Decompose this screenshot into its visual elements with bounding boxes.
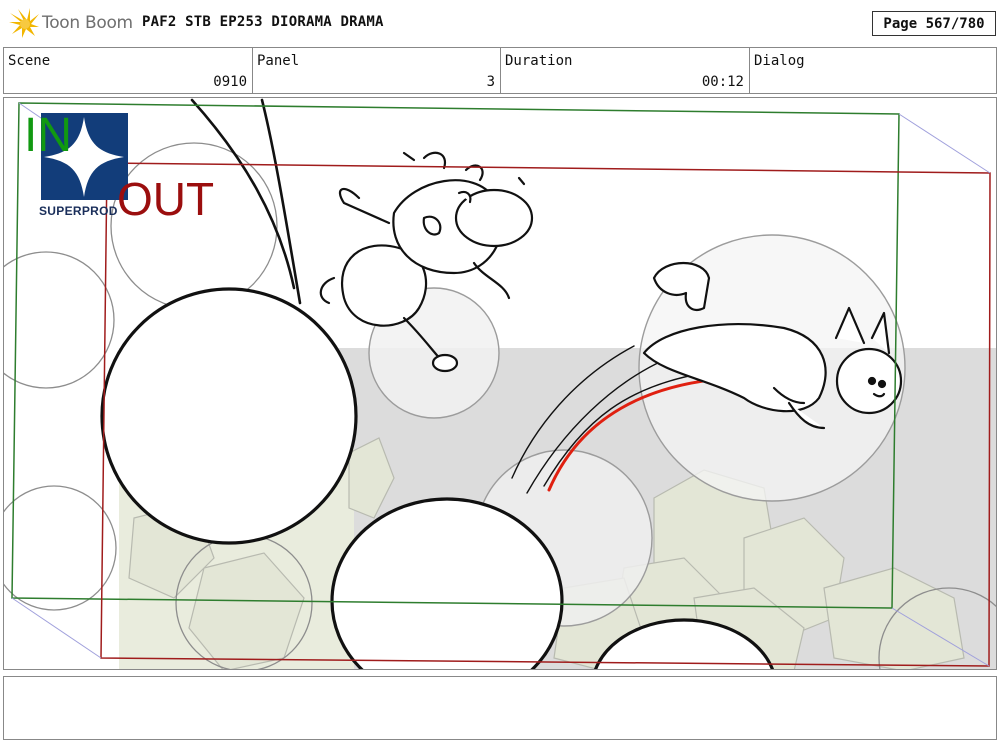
panel-value: 3 [486, 74, 495, 90]
notes-box[interactable] [3, 676, 997, 740]
duration-field[interactable]: Duration 00:12 [501, 48, 750, 93]
scene-value: 0910 [213, 74, 247, 90]
panel-info-row: Scene 0910 Panel 3 Duration 00:12 Dialog [3, 47, 997, 94]
dialog-label: Dialog [754, 53, 805, 69]
storyboard-panel[interactable]: IN SUPERPROD OUT [3, 97, 997, 670]
panel-field[interactable]: Panel 3 [253, 48, 501, 93]
scene-field[interactable]: Scene 0910 [4, 48, 253, 93]
panel-label: Panel [257, 53, 300, 69]
project-title: PAF2 STB EP253 DIORAMA DRAMA [142, 14, 384, 30]
in-label: IN [24, 109, 72, 162]
studio-logo-text: SUPERPROD [39, 204, 118, 218]
scene-label: Scene [8, 53, 51, 69]
duration-label: Duration [505, 53, 573, 69]
toon-boom-logo: Toon Boom [8, 6, 133, 40]
brand-name: Toon Boom [42, 13, 133, 33]
page-indicator[interactable]: Page 567/780 [872, 11, 996, 36]
dialog-field[interactable]: Dialog [750, 48, 996, 93]
out-label: OUT [117, 173, 215, 225]
toon-boom-star-icon [9, 8, 39, 38]
duration-value: 00:12 [701, 74, 744, 90]
